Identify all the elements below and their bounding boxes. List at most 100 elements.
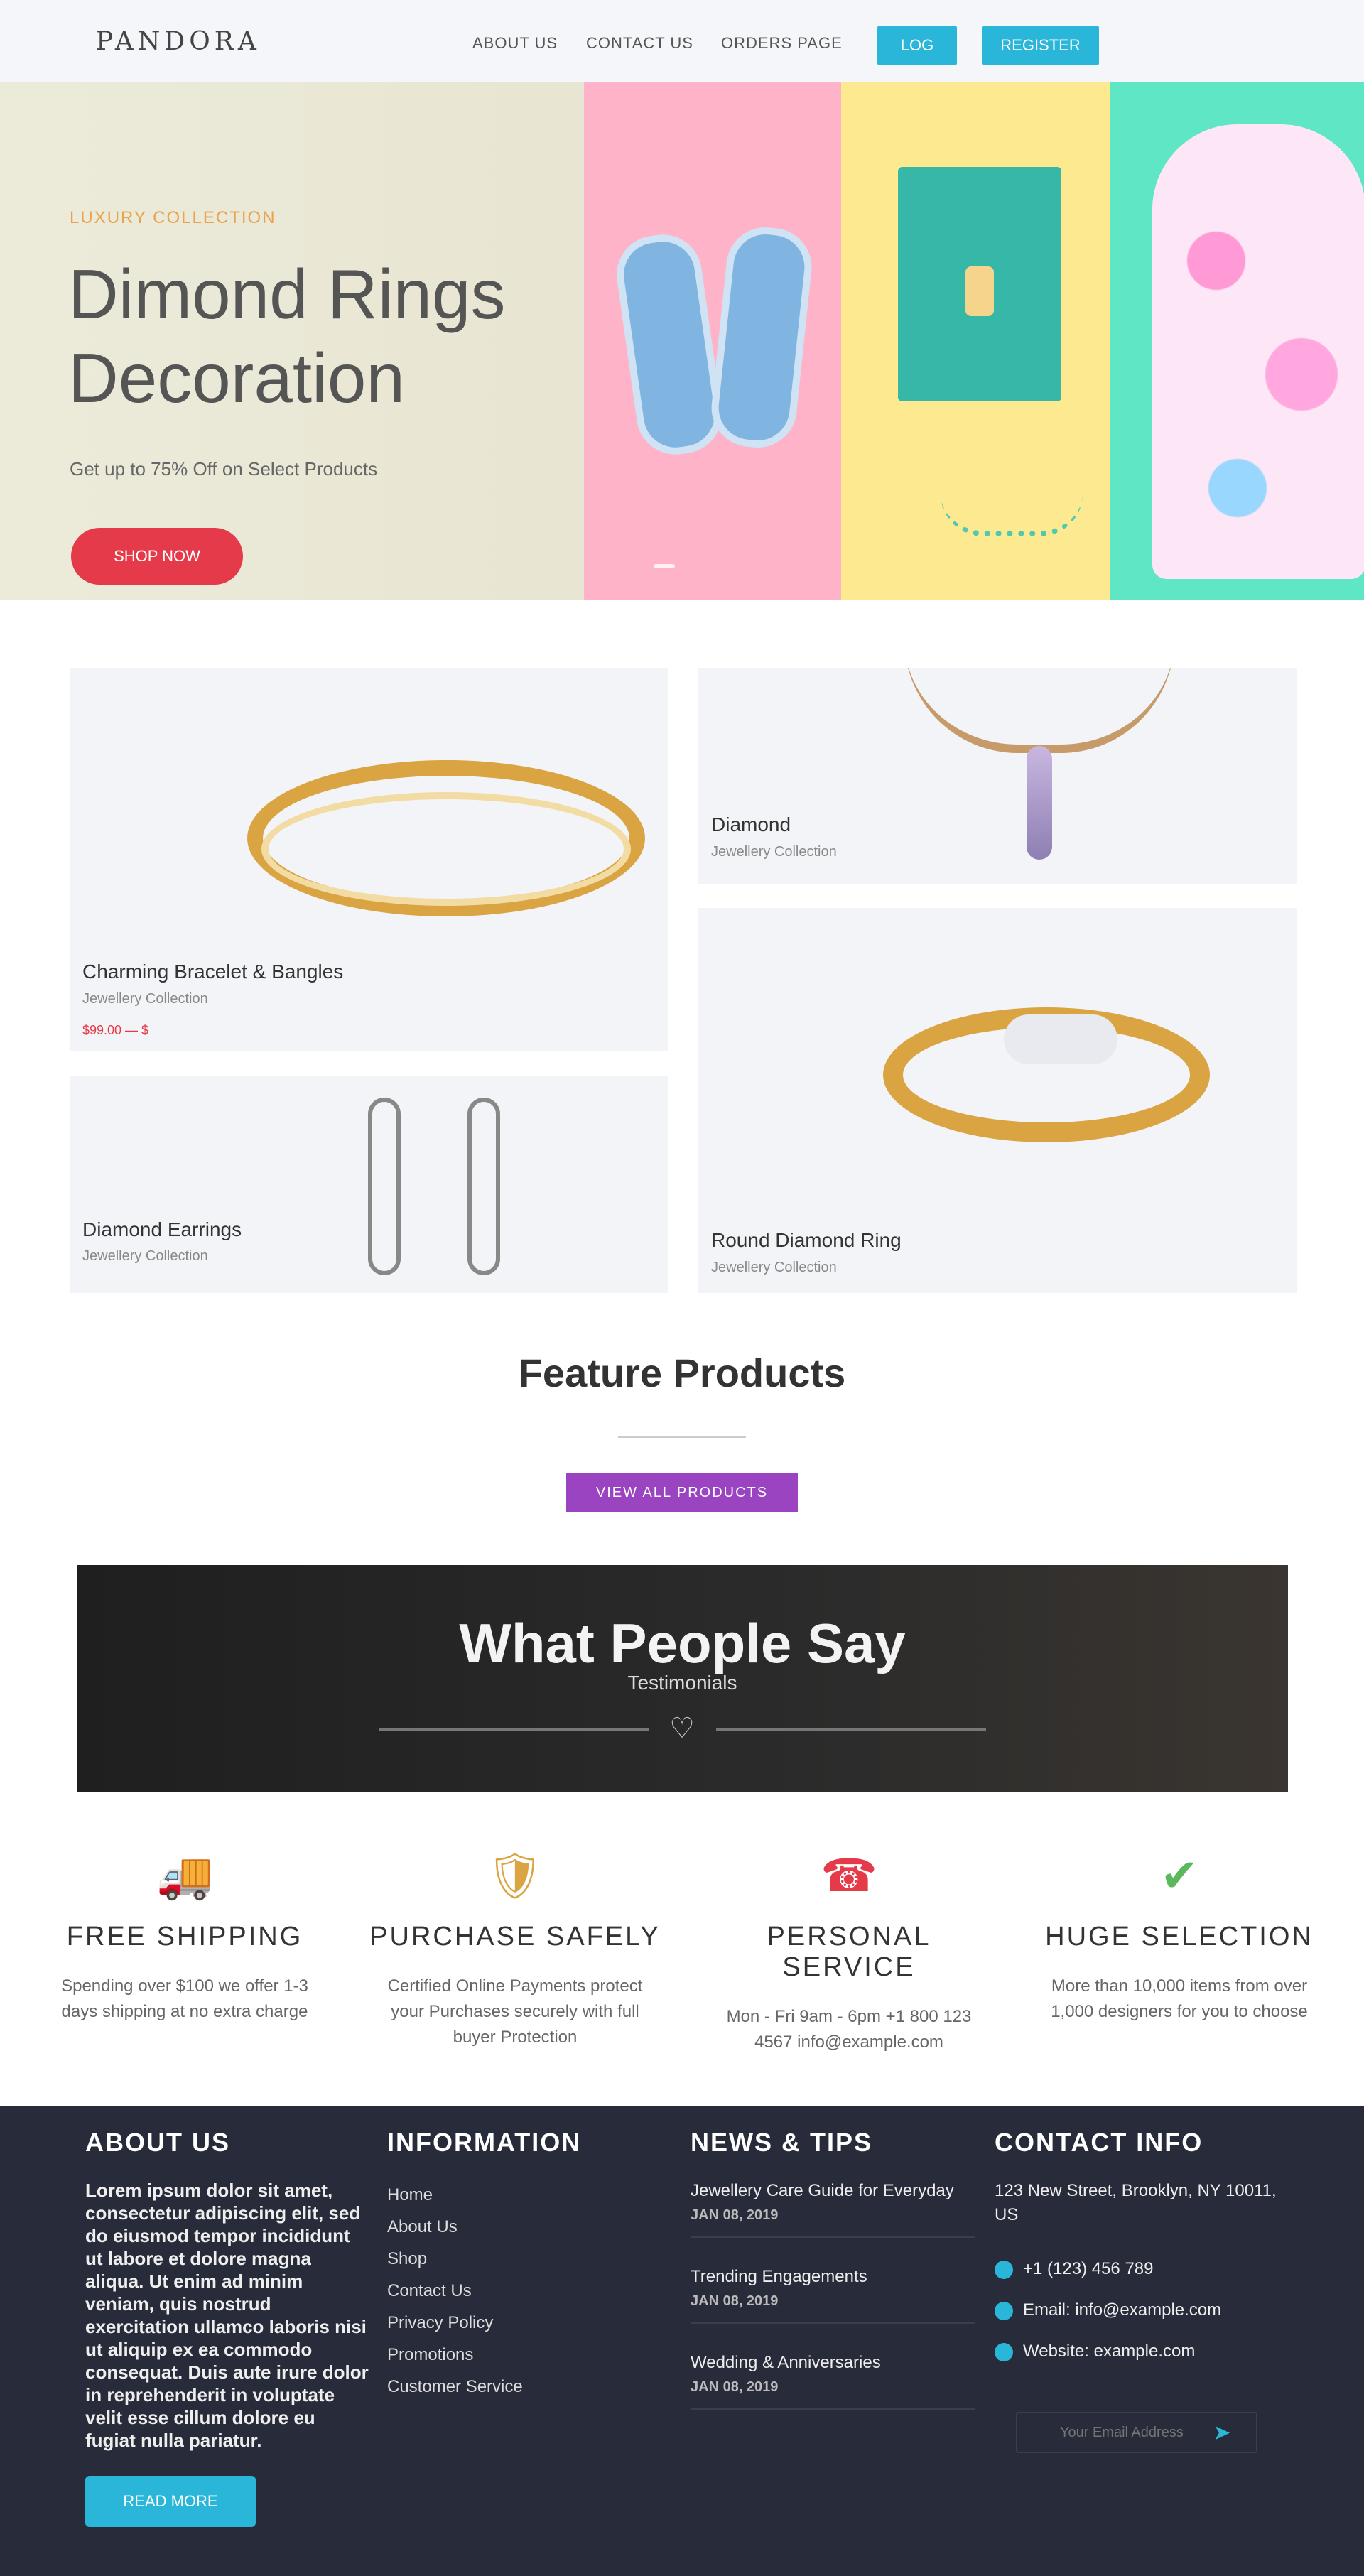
service-personal-service: ☎ PERSONAL SERVICE Mon - Fri 9am - 6pm +…: [700, 1844, 998, 2055]
bracelet-inner: [261, 792, 631, 906]
product-tile-bracelet[interactable]: Charming Bracelet & Bangles Jewellery Co…: [70, 668, 668, 1051]
check-icon: ✔: [1160, 1850, 1198, 1901]
service-purchase-safely: 🛡 PURCHASE SAFELY Certified Online Payme…: [366, 1844, 664, 2050]
product-sub: Jewellery Collection: [711, 844, 837, 860]
heart-icon: ♡: [669, 1713, 695, 1744]
service-desc: Certified Online Payments protect your P…: [387, 1976, 643, 2047]
service-desc: Spending over $100 we offer 1-3 days shi…: [61, 1976, 308, 2021]
register-button[interactable]: REGISTER: [982, 26, 1099, 65]
mail-icon: [995, 2301, 1013, 2320]
clutch-bag: [898, 167, 1061, 401]
product-price: $99.00 — $: [82, 1023, 149, 1037]
hero-shoes-image: [584, 82, 841, 600]
shoe-left: [612, 229, 727, 460]
earring-image: [467, 1098, 500, 1275]
footer-about-text: Lorem ipsum dolor sit amet, consectetur …: [85, 2180, 369, 2451]
footer-heading: CONTACT INFO: [995, 2128, 1203, 2157]
contact-email-text[interactable]: Email: info@example.com: [1023, 2300, 1221, 2320]
view-all-button[interactable]: VIEW ALL PRODUCTS: [566, 1473, 798, 1512]
product-sub: Jewellery Collection: [82, 1248, 208, 1264]
feature-divider: [618, 1436, 746, 1438]
service-desc: Mon - Fri 9am - 6pm +1 800 123 4567 info…: [726, 2007, 972, 2052]
shoe-right: [708, 223, 816, 452]
product-name[interactable]: Charming Bracelet & Bangles: [82, 960, 343, 983]
product-tile-necklace[interactable]: Diamond Jewellery Collection: [698, 668, 1297, 884]
site-header: PANDORA ABOUT US CONTACT US ORDERS PAGE …: [0, 0, 1364, 82]
nav-orders[interactable]: ORDERS PAGE: [721, 34, 843, 53]
news-item[interactable]: Wedding & Anniversaries JAN 08, 2019: [691, 2351, 975, 2410]
hero-title: Dimond Rings Decoration: [68, 255, 506, 417]
footer-link[interactable]: Home: [387, 2179, 671, 2211]
news-title[interactable]: Jewellery Care Guide for Everyday: [691, 2179, 975, 2203]
product-name[interactable]: Diamond: [711, 813, 791, 836]
read-more-button[interactable]: READ MORE: [85, 2476, 256, 2527]
hero-kicker: LUXURY COLLECTION: [70, 208, 276, 227]
footer-about: ABOUT US Lorem ipsum dolor sit amet, con…: [85, 2128, 369, 2452]
service-title: HUGE SELECTION: [1045, 1922, 1314, 1952]
service-free-shipping: 🚚 FREE SHIPPING Spending over $100 we of…: [36, 1844, 334, 2025]
news-date: JAN 08, 2019: [691, 2293, 779, 2309]
contact-address: 123 New Street, Brooklyn, NY 10011, US: [995, 2181, 1277, 2224]
globe-icon: [995, 2342, 1013, 2361]
product-tile-earrings[interactable]: Diamond Earrings Jewellery Collection: [70, 1076, 668, 1293]
nav-contact[interactable]: CONTACT US: [586, 34, 693, 53]
necklace-chain: [904, 668, 1174, 753]
service-title: PERSONAL SERVICE: [767, 1922, 931, 1982]
footer-link[interactable]: About Us: [387, 2211, 671, 2243]
news-date: JAN 08, 2019: [691, 2207, 779, 2223]
truck-icon: 🚚: [156, 1850, 213, 1901]
product-name[interactable]: Round Diamond Ring: [711, 1229, 902, 1252]
news-date: JAN 08, 2019: [691, 2379, 779, 2395]
testimonial-divider-left: [379, 1728, 649, 1731]
send-icon[interactable]: ➤: [1208, 2419, 1236, 2447]
service-title: FREE SHIPPING: [66, 1922, 303, 1952]
footer-link[interactable]: Promotions: [387, 2339, 671, 2371]
news-title[interactable]: Wedding & Anniversaries: [691, 2351, 975, 2375]
news-item[interactable]: Trending Engagements JAN 08, 2019: [691, 2265, 975, 2324]
testimonial-divider-right: [716, 1728, 986, 1731]
product-sub: Jewellery Collection: [82, 991, 208, 1007]
shield-icon: 🛡: [486, 1850, 544, 1901]
footer-link[interactable]: Privacy Policy: [387, 2307, 671, 2339]
carousel-dots[interactable]: [654, 559, 710, 568]
hero-text-panel: LUXURY COLLECTION Dimond Rings Decoratio…: [0, 82, 584, 600]
contact-phone-text: +1 (123) 456 789: [1023, 2259, 1154, 2278]
login-button[interactable]: LOG: [877, 26, 957, 65]
testimonial-subtitle: Testimonials: [627, 1672, 737, 1694]
hero-subtitle: Get up to 75% Off on Select Products: [70, 458, 378, 480]
clutch-clasp: [965, 266, 994, 316]
service-huge-selection: ✔ HUGE SELECTION More than 10,000 items …: [1030, 1844, 1328, 2025]
necklace-pendant: [1027, 746, 1052, 860]
phone-icon: [995, 2260, 1013, 2279]
nav-about[interactable]: ABOUT US: [472, 34, 558, 53]
footer-heading: ABOUT US: [85, 2128, 230, 2157]
footer-link[interactable]: Shop: [387, 2243, 671, 2275]
floral-dress: [1152, 124, 1364, 579]
footer-link[interactable]: Contact Us: [387, 2275, 671, 2307]
bead-necklace: [941, 494, 1083, 536]
news-item[interactable]: Jewellery Care Guide for Everyday JAN 08…: [691, 2179, 975, 2238]
testimonial-section: What People Say Testimonials ♡: [77, 1565, 1288, 1792]
earring-image: [368, 1098, 401, 1275]
footer-information: INFORMATION Home About Us Shop Contact U…: [387, 2128, 671, 2403]
footer-link[interactable]: Customer Service: [387, 2371, 671, 2403]
product-tile-ring[interactable]: Round Diamond Ring Jewellery Collection: [698, 908, 1297, 1293]
footer-heading: NEWS & TIPS: [691, 2128, 873, 2157]
hero-banner: LUXURY COLLECTION Dimond Rings Decoratio…: [0, 82, 1364, 600]
phone-icon: ☎: [821, 1850, 877, 1901]
hero-shop-button[interactable]: SHOP NOW: [71, 528, 243, 585]
footer-news: NEWS & TIPS Jewellery Care Guide for Eve…: [691, 2128, 975, 2437]
contact-email: Email: info@example.com: [995, 2290, 1279, 2331]
contact-web-text[interactable]: Website: example.com: [1023, 2342, 1195, 2361]
feature-title: Feature Products: [518, 1351, 846, 1395]
footer-contact: CONTACT INFO 123 New Street, Brooklyn, N…: [995, 2128, 1279, 2453]
product-name[interactable]: Diamond Earrings: [82, 1218, 242, 1241]
contact-phone: +1 (123) 456 789: [995, 2248, 1279, 2290]
service-desc: More than 10,000 items from over 1,000 d…: [1051, 1976, 1308, 2021]
site-logo[interactable]: PANDORA: [96, 27, 261, 56]
ring-stones: [1004, 1014, 1117, 1064]
hero-dress-image: [1110, 82, 1364, 600]
service-title: PURCHASE SAFELY: [369, 1922, 661, 1952]
news-title[interactable]: Trending Engagements: [691, 2265, 975, 2289]
testimonial-title: What People Say: [459, 1612, 906, 1674]
